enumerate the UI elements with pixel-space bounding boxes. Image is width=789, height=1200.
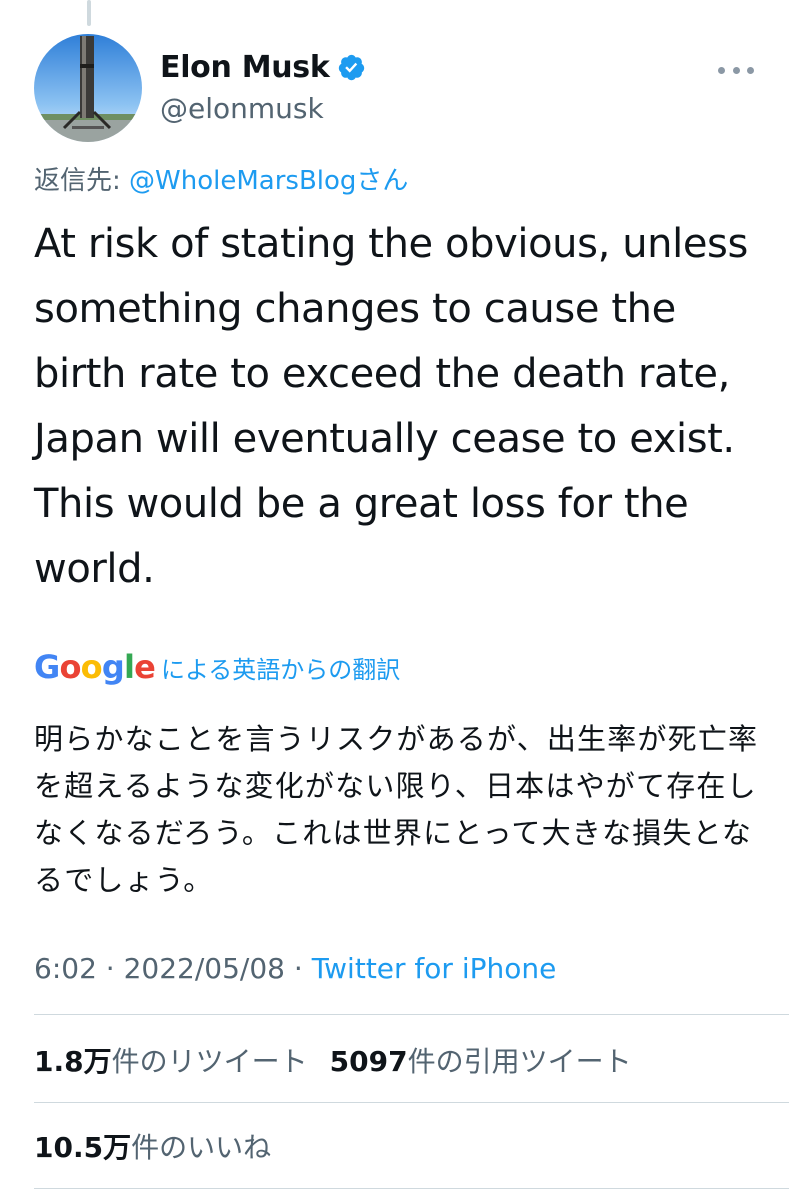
quote-count-label: 件の引用ツイート xyxy=(407,1045,632,1078)
author-handle[interactable]: @elonmusk xyxy=(160,92,324,125)
retweet-count-value: 1.8 xyxy=(34,1045,84,1078)
like-count-label: 件のいいね xyxy=(131,1131,272,1164)
translation-attribution[interactable]: Google による英語からの翻訳 xyxy=(34,648,400,686)
translation-label[interactable]: による英語からの翻訳 xyxy=(161,650,400,685)
google-logo-letter: o xyxy=(59,648,81,686)
stats-row: 1.8 万件のリツイート 5097 件の引用ツイート xyxy=(34,1040,632,1080)
google-logo-letter: G xyxy=(34,648,60,686)
quote-tweet-count[interactable]: 5097 件の引用ツイート xyxy=(330,1040,632,1080)
google-logo-letter: g xyxy=(101,648,125,686)
google-logo-letter: e xyxy=(134,648,156,686)
more-options-icon[interactable] xyxy=(718,60,754,80)
replying-to: 返信先: @WholeMarsBlogさん xyxy=(34,160,408,197)
author-display-name[interactable]: Elon Musk xyxy=(160,50,330,85)
like-count-unit: 万 xyxy=(103,1131,132,1164)
like-count[interactable]: 10.5 万件のいいね xyxy=(34,1126,271,1166)
retweet-count-unit: 万 xyxy=(83,1045,112,1078)
meta-separator: · xyxy=(96,952,124,985)
more-dot xyxy=(718,66,725,74)
like-count-value: 10.5 xyxy=(34,1131,104,1164)
google-logo: Google xyxy=(34,648,156,686)
google-logo-letter: l xyxy=(123,648,135,686)
google-logo-letter: o xyxy=(80,648,103,686)
tweet-metadata: 6:02 · 2022/05/08 · Twitter for iPhone xyxy=(34,952,556,985)
divider xyxy=(34,1188,789,1189)
quote-count-value: 5097 xyxy=(329,1045,408,1078)
avatar-image xyxy=(34,34,142,142)
tweet-time[interactable]: 6:02 xyxy=(34,952,97,985)
replying-to-suffix[interactable]: さん xyxy=(356,166,408,196)
tweet-source[interactable]: Twitter for iPhone xyxy=(312,952,557,985)
more-dot xyxy=(747,66,754,74)
more-dot xyxy=(732,66,740,74)
replying-to-mention[interactable]: @WholeMarsBlog xyxy=(129,166,356,196)
replying-to-prefix: 返信先: xyxy=(34,166,130,196)
avatar[interactable] xyxy=(34,34,142,142)
meta-separator: · xyxy=(284,952,312,985)
tweet-date[interactable]: 2022/05/08 xyxy=(124,952,285,985)
divider xyxy=(34,1102,789,1103)
retweet-count-label: 件のリツイート xyxy=(111,1045,308,1078)
divider xyxy=(34,1014,789,1015)
verified-badge-icon xyxy=(337,53,366,82)
thread-connector-line xyxy=(87,0,91,26)
tweet-text: At risk of stating the obvious, unless s… xyxy=(34,221,748,592)
retweet-count[interactable]: 1.8 万件のリツイート xyxy=(34,1040,308,1080)
author-name-row[interactable]: Elon Musk xyxy=(160,50,366,85)
likes-row: 10.5 万件のいいね xyxy=(34,1126,271,1166)
translated-text: 明らかなことを言うリスクがあるが、出生率が死亡率を超えるような変化がない限り、日… xyxy=(34,722,759,897)
